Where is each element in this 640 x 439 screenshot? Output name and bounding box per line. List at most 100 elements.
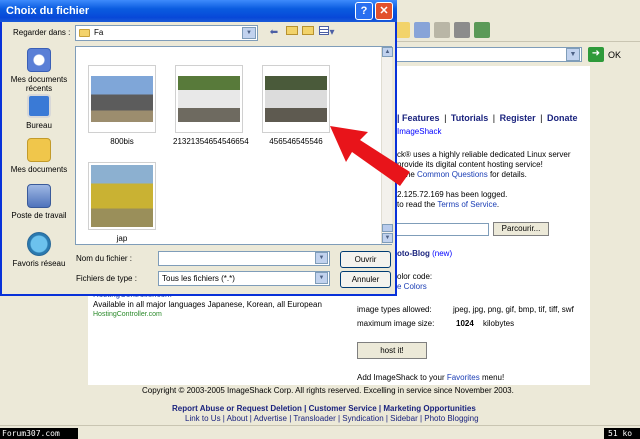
browser-toolbar <box>390 18 640 42</box>
image-types-label: image types allowed: <box>357 305 432 314</box>
hosting-controller-link[interactable]: HostingController.com <box>93 311 162 318</box>
recent-documents-icon <box>27 48 51 72</box>
right-margin <box>590 66 640 425</box>
nav-tutorials[interactable]: Tutorials <box>451 113 488 123</box>
favorites-link[interactable]: Favorites <box>447 373 480 382</box>
file-name-label: Nom du fichier : <box>76 254 133 263</box>
place-my-documents[interactable]: Mes documents <box>6 138 72 174</box>
back-arrow-icon[interactable]: ⬅ <box>268 26 280 40</box>
messenger-icon[interactable] <box>474 22 490 38</box>
place-network[interactable]: Favoris réseau <box>6 232 72 268</box>
chevron-down-icon[interactable]: ▼ <box>315 252 328 264</box>
terms-line: to read the Terms of Service. <box>397 200 499 209</box>
address-dropdown-icon[interactable]: ▼ <box>566 48 580 61</box>
color-code-label: olor code: <box>397 272 433 281</box>
up-folder-icon[interactable] <box>285 26 299 40</box>
host-it-button[interactable]: host it! <box>357 342 427 359</box>
file-size-badge: 51 ko <box>604 428 640 439</box>
image-thumbnail <box>175 65 243 133</box>
car-photo-icon <box>91 76 153 122</box>
nav-separator: | <box>492 113 496 123</box>
desktop-icon <box>27 94 51 118</box>
close-button[interactable]: ✕ <box>375 2 393 20</box>
chevron-down-icon[interactable]: ▼ <box>242 27 256 39</box>
address-bar: ▼ ➜ OK <box>390 44 640 66</box>
new-folder-icon[interactable] <box>301 26 315 40</box>
mail-icon[interactable] <box>434 22 450 38</box>
terms-of-service-link[interactable]: Terms of Service <box>437 200 497 209</box>
print-icon[interactable] <box>454 22 470 38</box>
address-input[interactable] <box>396 47 582 62</box>
go-arrow-icon[interactable]: ➜ <box>588 47 604 62</box>
place-recent-documents[interactable]: Mes documents récents <box>6 48 72 93</box>
file-tile[interactable]: 21321354654546654 <box>173 65 249 146</box>
place-label: Mes documents récents <box>10 75 68 93</box>
file-name: 800bis <box>110 137 134 146</box>
languages-text: Available in all major languages Japanes… <box>93 300 322 309</box>
place-desktop[interactable]: Bureau <box>6 94 72 130</box>
file-tile[interactable]: 800bis <box>86 65 158 146</box>
terms-text: . <box>496 200 500 209</box>
footer-links-secondary[interactable]: Link to Us | About | Advertise | Translo… <box>185 414 479 423</box>
upload-file-input[interactable] <box>397 223 489 236</box>
scroll-down-icon[interactable]: ▼ <box>382 233 393 243</box>
nav-register[interactable]: Register <box>500 113 536 123</box>
intro-line-1: ck® uses a highly reliable dedicated Lin… <box>397 150 571 159</box>
chevron-down-icon[interactable]: ▼ <box>315 272 328 284</box>
file-tile[interactable]: 456546545546 <box>260 65 332 146</box>
place-label: Favoris réseau <box>12 259 66 268</box>
file-name: 21321354654546654 <box>173 137 249 146</box>
photo-blog-title[interactable]: oto-Blog <box>397 249 430 258</box>
my-computer-icon <box>27 184 51 208</box>
cancel-button[interactable]: Annuler <box>340 271 391 288</box>
place-my-computer[interactable]: Poste de travail <box>6 184 72 220</box>
intro-line-3: e the Common Questions for details. <box>397 170 527 179</box>
look-in-select[interactable]: Fa ▼ <box>75 25 258 41</box>
dialog-titlebar[interactable]: Choix du fichier ? ✕ <box>0 0 397 22</box>
nav-separator: | <box>540 113 543 123</box>
go-button-label[interactable]: OK <box>608 50 621 60</box>
site-nav: | Features | Tutorials | Register | Dona… <box>397 113 578 123</box>
dialog-title: Choix du fichier <box>6 5 90 17</box>
image-thumbnail <box>88 65 156 133</box>
file-type-label: Fichiers de type : <box>76 274 137 283</box>
new-badge: (new) <box>432 249 453 258</box>
network-places-icon <box>27 232 51 256</box>
colors-link[interactable]: e Colors <box>397 282 427 291</box>
common-questions-link[interactable]: Common Questions <box>417 170 488 179</box>
place-label: Bureau <box>26 121 52 130</box>
file-name-input[interactable] <box>158 251 330 266</box>
scroll-up-icon[interactable]: ▲ <box>382 47 393 57</box>
open-button[interactable]: Ouvrir <box>340 251 391 268</box>
red-arrow-icon <box>330 126 410 186</box>
intro-line-2: provide its digital content hosting serv… <box>397 160 543 169</box>
status-bar <box>0 425 640 439</box>
nav-separator: | <box>444 113 447 123</box>
car-photo-icon <box>265 76 327 122</box>
view-menu-icon[interactable]: ▾ <box>318 26 336 40</box>
intro-text: for details. <box>487 170 527 179</box>
ip-logged-text: 2.125.72.169 has been logged. <box>397 190 508 199</box>
max-size-unit: kilobytes <box>483 319 515 328</box>
places-bar: Mes documents récents Bureau Mes documen… <box>6 46 72 290</box>
place-label: Mes documents <box>10 165 68 174</box>
history-icon[interactable] <box>414 22 430 38</box>
add-favorites-text: Add ImageShack to your <box>357 373 447 382</box>
my-documents-icon <box>27 138 51 162</box>
scroll-thumb[interactable] <box>382 224 393 232</box>
place-label: Poste de travail <box>11 211 67 220</box>
file-tile[interactable]: jap <box>86 162 158 243</box>
photo-blog-heading: oto-Blog (new) <box>397 249 452 258</box>
help-button[interactable]: ? <box>355 2 373 20</box>
car-photo-icon <box>91 165 153 227</box>
footer-links-primary[interactable]: Report Abuse or Request Deletion | Custo… <box>172 404 476 413</box>
nav-donate[interactable]: Donate <box>547 113 578 123</box>
file-name: 456546545546 <box>269 137 323 146</box>
browse-button[interactable]: Parcourir... <box>493 222 549 236</box>
file-type-select[interactable]: Tous les fichiers (*.*) <box>158 271 330 286</box>
add-favorites-text: menu! <box>479 373 505 382</box>
copyright-text: Copyright © 2003-2005 ImageShack Corp. A… <box>142 386 514 395</box>
look-in-label: Regarder dans : <box>13 28 71 37</box>
add-favorites-line: Add ImageShack to your Favorites menu! <box>357 373 504 382</box>
image-thumbnail <box>88 162 156 230</box>
